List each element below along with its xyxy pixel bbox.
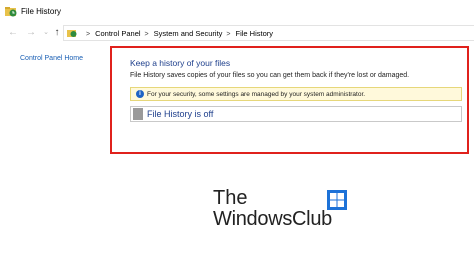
- breadcrumb-control-panel[interactable]: Control Panel: [95, 29, 140, 38]
- arrow-up-icon[interactable]: ↑: [51, 27, 63, 39]
- file-history-icon: [5, 7, 17, 17]
- arrow-left-icon[interactable]: ←: [7, 27, 19, 39]
- arrow-right-icon[interactable]: →: [25, 27, 37, 39]
- breadcrumb-file-history[interactable]: File History: [236, 29, 274, 38]
- breadcrumb: > Control Panel > System and Security > File …: [82, 29, 273, 38]
- breadcrumb-separator: >: [226, 31, 231, 38]
- breadcrumb-system-security[interactable]: System and Security: [154, 29, 223, 38]
- navigation-bar: ← → ⌄ ↑ > Control Panel > System and Securi…: [0, 24, 474, 42]
- control-panel-home-link[interactable]: Control Panel Home: [20, 55, 83, 62]
- watermark-line1: The: [213, 187, 248, 209]
- highlight-box: [110, 46, 469, 154]
- breadcrumb-separator: >: [144, 31, 149, 38]
- watermark-line2: WindowsClub: [213, 208, 332, 230]
- address-bar[interactable]: > Control Panel > System and Security > File …: [63, 25, 474, 41]
- window-title: File History: [21, 7, 62, 16]
- windows-logo-icon: [327, 190, 347, 210]
- breadcrumb-separator: >: [86, 31, 91, 38]
- title-bar: File History: [0, 0, 474, 22]
- file-history-small-icon: [67, 30, 77, 37]
